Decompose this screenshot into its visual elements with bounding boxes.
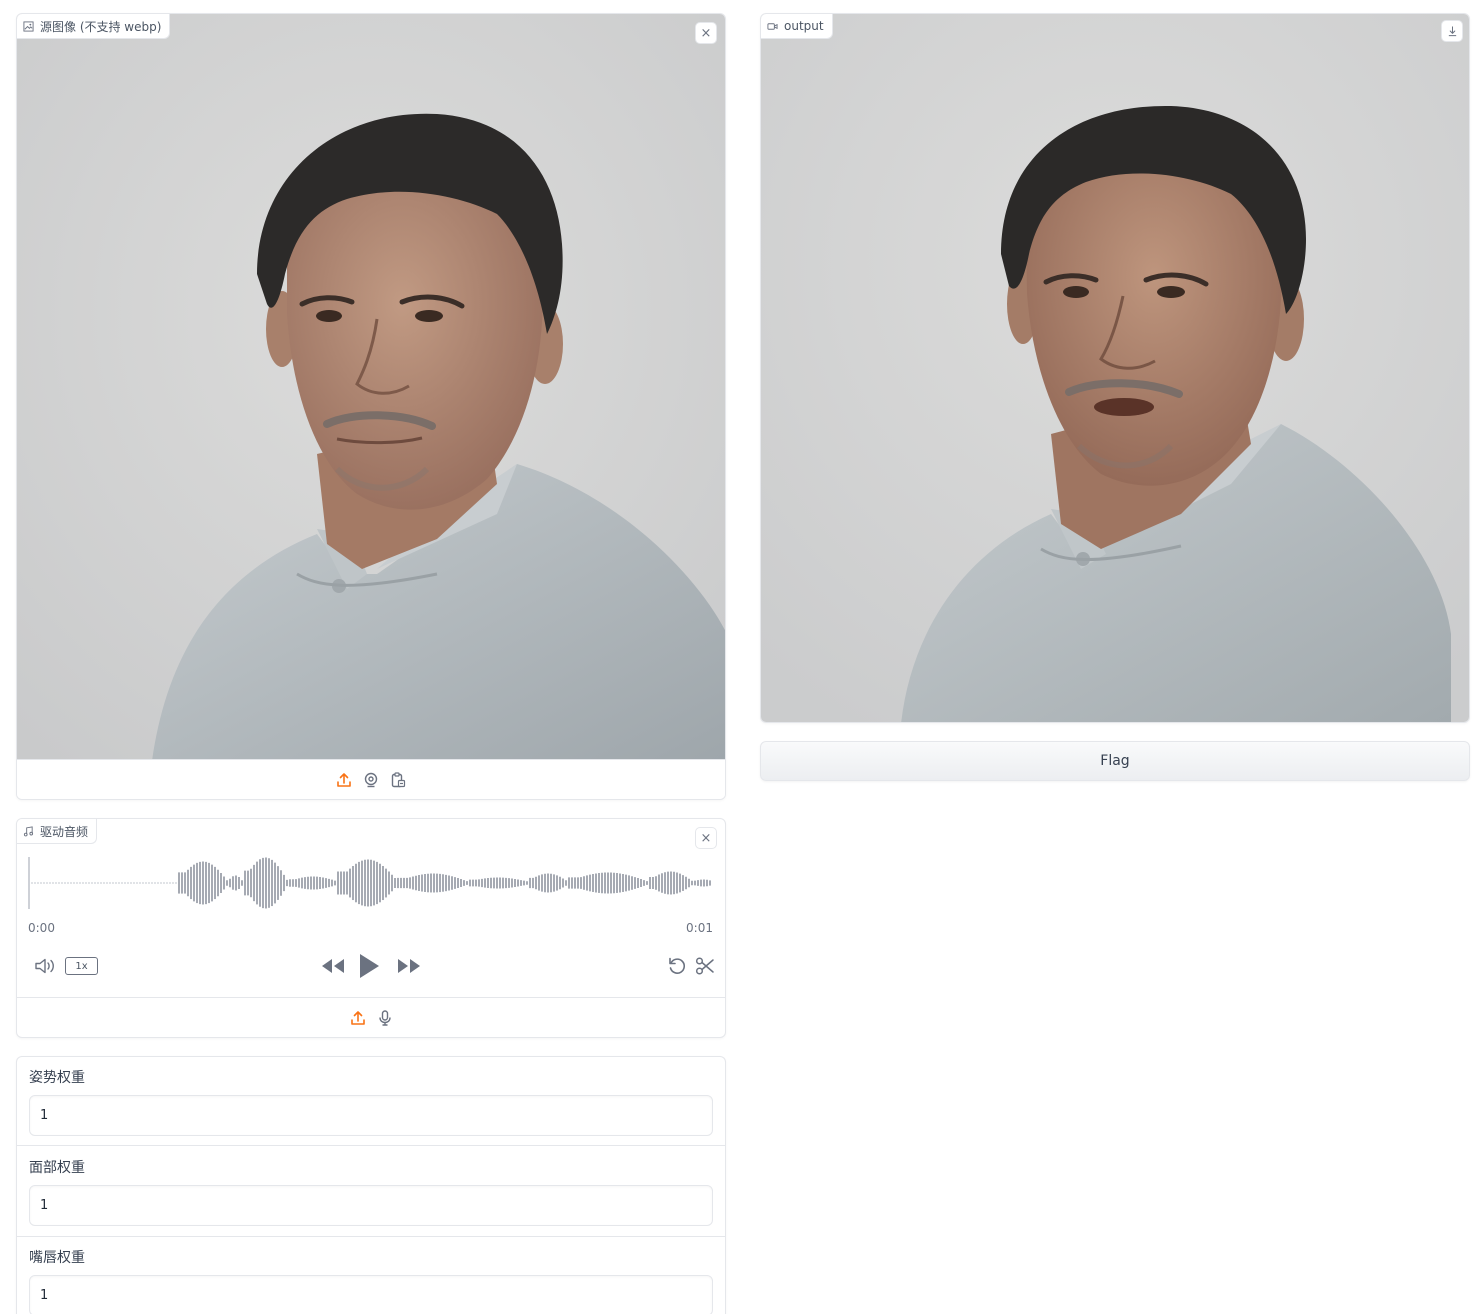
source-image [17, 14, 725, 761]
current-time: 0:00 [28, 921, 55, 935]
source-image-label: 源图像 (不支持 webp) [17, 14, 171, 39]
close-icon: × [700, 25, 712, 41]
image-icon [23, 20, 34, 32]
output-label: output [761, 14, 833, 39]
output-video-panel: output [760, 13, 1470, 723]
source-image-toolbar [17, 759, 725, 799]
volume-icon[interactable] [34, 957, 56, 975]
microphone-icon[interactable] [376, 1009, 393, 1026]
audio-toolbar [17, 997, 725, 1037]
divider [17, 1236, 725, 1237]
audio-label: 驱动音频 [17, 819, 98, 844]
clear-source-image-button[interactable]: × [695, 22, 717, 44]
video-icon [767, 22, 778, 30]
rewind-icon[interactable] [320, 957, 346, 975]
upload-icon[interactable] [349, 1009, 366, 1026]
divider [17, 1145, 725, 1146]
audio-panel: 驱动音频 × 0:00 0:01 1x [16, 818, 726, 1038]
upload-icon[interactable] [336, 771, 353, 788]
lip-weight-input[interactable] [29, 1275, 713, 1314]
source-image-panel: 源图像 (不支持 webp) × [16, 13, 726, 800]
download-icon [1448, 25, 1456, 36]
weights-panel: 姿势权重 面部权重 嘴唇权重 [16, 1056, 726, 1314]
trim-icon[interactable] [695, 956, 715, 976]
pose-weight-input[interactable] [29, 1095, 713, 1136]
flag-button[interactable]: Flag [760, 741, 1470, 781]
clipboard-icon[interactable] [390, 771, 407, 788]
lip-weight-label: 嘴唇权重 [29, 1250, 85, 1266]
pose-weight-label: 姿势权重 [29, 1070, 85, 1086]
close-icon: × [700, 830, 712, 846]
duration: 0:01 [686, 921, 713, 935]
download-button[interactable] [1441, 20, 1463, 42]
output-label-text: output [784, 19, 824, 33]
waveform[interactable] [28, 855, 714, 911]
clear-audio-button[interactable]: × [695, 827, 717, 849]
audio-label-text: 驱动音频 [40, 824, 89, 839]
source-image-label-text: 源图像 (不支持 webp) [40, 19, 162, 34]
webcam-icon[interactable] [363, 771, 380, 788]
reset-icon[interactable] [667, 956, 687, 976]
play-icon[interactable] [357, 952, 381, 980]
face-weight-input[interactable] [29, 1185, 713, 1226]
output-video[interactable] [761, 14, 1469, 722]
music-icon [23, 825, 34, 836]
face-weight-label: 面部权重 [29, 1160, 85, 1176]
playback-speed-button[interactable]: 1x [65, 957, 98, 975]
fast-forward-icon[interactable] [396, 957, 422, 975]
